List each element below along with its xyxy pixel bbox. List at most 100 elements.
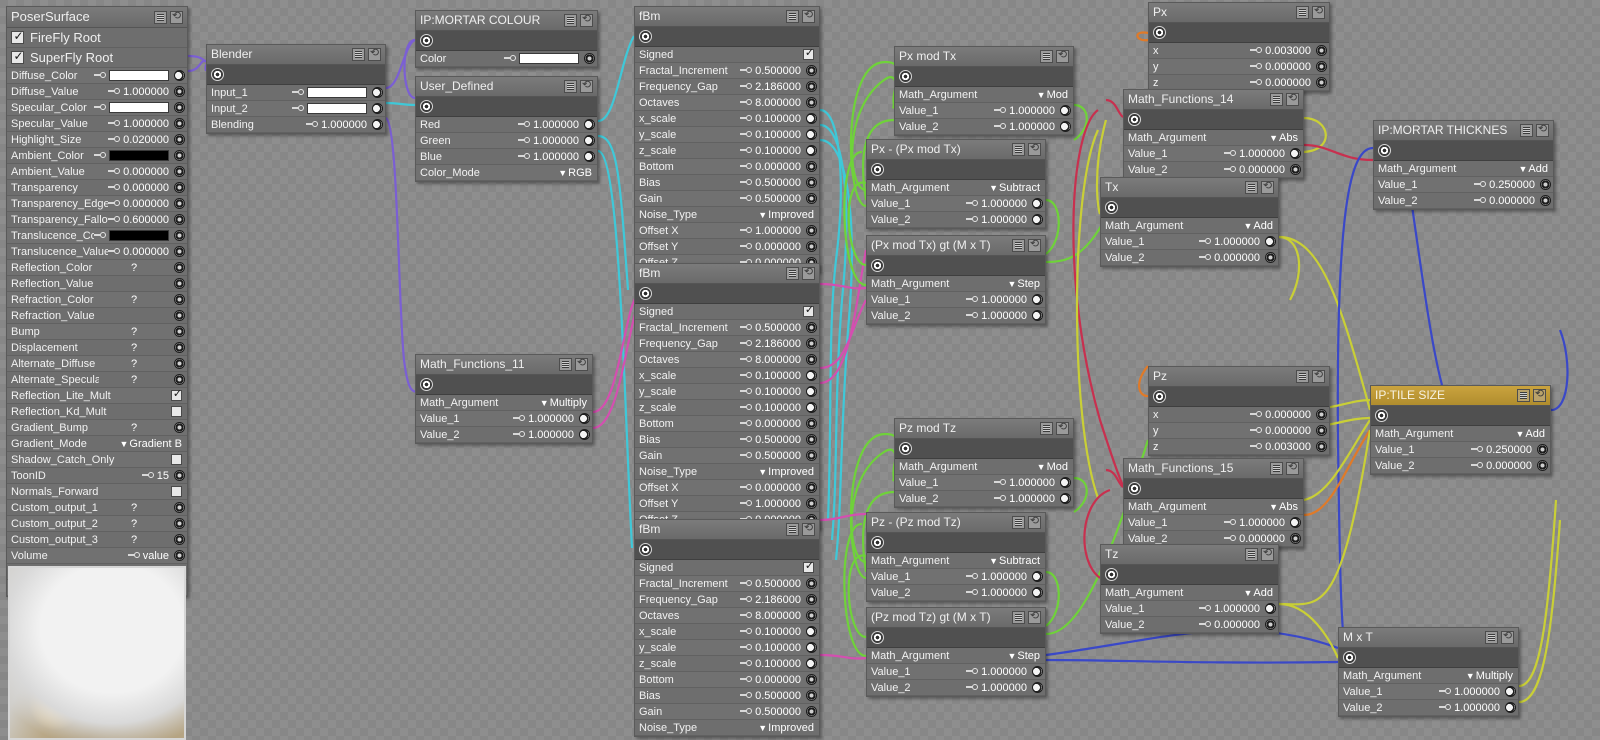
node-output-socket[interactable]	[871, 259, 884, 272]
root-toggle-1[interactable]: SuperFly Root	[7, 48, 187, 68]
input-plug-icon[interactable]	[740, 324, 753, 331]
node-output-socket[interactable]	[420, 100, 433, 113]
input-plug-icon[interactable]	[1224, 150, 1237, 157]
output-knob-icon[interactable]	[1540, 195, 1551, 206]
node-fbm-2[interactable]: fBm Signed Fractal_Increment 0.500000 Freque…	[634, 263, 820, 529]
output-knob-icon[interactable]	[174, 118, 185, 129]
refresh-icon[interactable]	[1501, 630, 1514, 644]
output-knob-icon[interactable]	[1537, 460, 1548, 471]
input-plug-icon[interactable]	[740, 420, 753, 427]
refresh-icon[interactable]	[1028, 515, 1041, 529]
output-knob-icon[interactable]	[1265, 619, 1276, 630]
input-plug-icon[interactable]	[994, 479, 1007, 486]
input-plug-icon[interactable]	[740, 404, 753, 411]
output-knob-icon[interactable]	[1032, 198, 1043, 209]
input-plug-icon[interactable]	[740, 388, 753, 395]
node-output-socket[interactable]	[899, 70, 912, 83]
param-dropdown[interactable]: ▼ Improved	[758, 722, 814, 734]
output-knob-icon[interactable]	[806, 706, 817, 717]
output-knob-icon[interactable]	[806, 113, 817, 124]
output-knob-icon[interactable]	[174, 422, 185, 433]
output-knob-icon[interactable]	[174, 342, 185, 353]
node-output-socket[interactable]	[871, 631, 884, 644]
output-knob-icon[interactable]	[174, 198, 185, 209]
output-knob-icon[interactable]	[806, 434, 817, 445]
color-swatch[interactable]	[307, 87, 367, 98]
param-dropdown[interactable]: ▼ Abs	[1269, 501, 1298, 513]
input-plug-icon[interactable]	[1224, 519, 1237, 526]
input-plug-icon[interactable]	[108, 120, 121, 127]
input-plug-icon[interactable]	[740, 131, 753, 138]
list-icon[interactable]	[564, 80, 577, 93]
output-knob-icon[interactable]	[174, 70, 185, 81]
node-pz-mod-tz-gt-mxt[interactable]: (Pz mod Tz) gt (M x T) Math_Argument ▼Step…	[866, 607, 1046, 697]
refresh-icon[interactable]	[575, 357, 588, 371]
refresh-icon[interactable]	[170, 10, 183, 24]
node-output-socket[interactable]	[420, 34, 433, 47]
output-knob-icon[interactable]	[806, 145, 817, 156]
output-knob-icon[interactable]	[174, 182, 185, 193]
color-swatch[interactable]	[109, 150, 169, 161]
output-knob-icon[interactable]	[1032, 310, 1043, 321]
node-pz-mod-tz[interactable]: Pz mod Tz Math_Argument ▼Mod Value_1 1.00000…	[894, 418, 1074, 508]
output-knob-icon[interactable]	[174, 166, 185, 177]
refresh-icon[interactable]	[1028, 238, 1041, 252]
node-output-row[interactable]	[895, 67, 1073, 87]
param-dropdown[interactable]: ▼ Mod	[1037, 89, 1068, 101]
refresh-icon[interactable]	[580, 13, 593, 27]
param-checkbox[interactable]	[803, 304, 815, 317]
output-knob-icon[interactable]	[174, 86, 185, 97]
refresh-icon[interactable]	[1261, 180, 1274, 194]
param-dropdown[interactable]: ▼ Multiply	[540, 397, 587, 409]
node-output-socket[interactable]	[1343, 651, 1356, 664]
color-swatch[interactable]	[307, 103, 367, 114]
output-knob-icon[interactable]	[806, 610, 817, 621]
output-knob-icon[interactable]	[806, 225, 817, 236]
output-knob-icon[interactable]	[1060, 493, 1071, 504]
output-knob-icon[interactable]	[1032, 571, 1043, 582]
output-knob-icon[interactable]	[1032, 682, 1043, 693]
input-plug-icon[interactable]	[518, 121, 531, 128]
refresh-icon[interactable]	[580, 79, 593, 93]
output-knob-icon[interactable]	[806, 578, 817, 589]
refresh-icon[interactable]	[802, 522, 815, 536]
input-plug-icon[interactable]	[740, 179, 753, 186]
input-plug-icon[interactable]	[740, 452, 753, 459]
node-tx[interactable]: TxMath_Argument▼AddValue_11.000000Value_…	[1100, 177, 1279, 267]
color-swatch[interactable]	[109, 102, 169, 113]
output-knob-icon[interactable]	[174, 550, 185, 561]
output-knob-icon[interactable]	[806, 690, 817, 701]
param-dropdown[interactable]: ▼ Subtract	[989, 555, 1040, 567]
node-fbm-1[interactable]: fBm Signed Fractal_Increment 0.500000 Freque…	[634, 6, 820, 272]
list-icon[interactable]	[1517, 389, 1530, 402]
output-knob-icon[interactable]	[1316, 77, 1327, 88]
list-icon[interactable]	[1520, 124, 1533, 137]
input-plug-icon[interactable]	[1471, 462, 1484, 469]
refresh-icon[interactable]	[1056, 421, 1069, 435]
node-output-socket[interactable]	[899, 442, 912, 455]
refresh-icon[interactable]	[1533, 388, 1546, 402]
refresh-icon[interactable]	[1286, 92, 1299, 106]
list-icon[interactable]	[1296, 370, 1309, 383]
node-output-row[interactable]	[867, 256, 1045, 276]
output-knob-icon[interactable]	[806, 482, 817, 493]
output-knob-icon[interactable]	[174, 502, 185, 513]
input-plug-icon[interactable]	[1250, 443, 1263, 450]
output-knob-icon[interactable]	[174, 150, 185, 161]
list-icon[interactable]	[154, 10, 167, 24]
param-dropdown[interactable]: ▼ Mod	[1037, 461, 1068, 473]
list-icon[interactable]	[1245, 181, 1258, 194]
input-plug-icon[interactable]	[108, 168, 121, 175]
input-plug-icon[interactable]	[1224, 535, 1237, 542]
param-checkbox[interactable]	[803, 560, 815, 573]
node-output-socket[interactable]	[211, 68, 224, 81]
input-plug-icon[interactable]	[1199, 621, 1212, 628]
color-swatch[interactable]	[109, 70, 169, 81]
output-knob-icon[interactable]	[579, 429, 590, 440]
input-plug-icon[interactable]	[141, 472, 155, 479]
input-plug-icon[interactable]	[740, 580, 753, 587]
param-dropdown[interactable]: ▼ Step	[1007, 278, 1040, 290]
refresh-icon[interactable]	[802, 9, 815, 23]
param-dropdown[interactable]: ▼ RGB	[558, 167, 592, 179]
output-knob-icon[interactable]	[174, 134, 185, 145]
